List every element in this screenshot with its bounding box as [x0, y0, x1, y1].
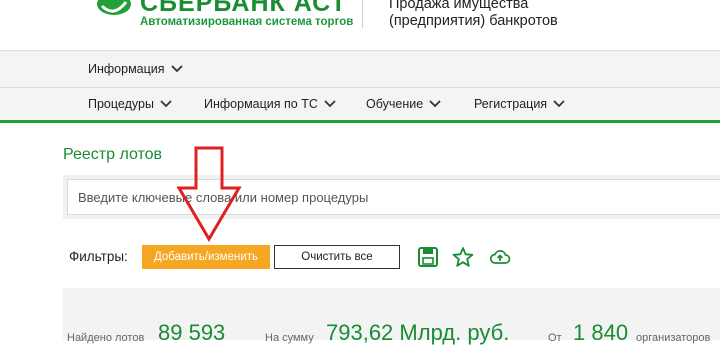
nav-main-row: Процедуры Информация по ТС Обучение Реги… — [0, 88, 720, 123]
organizers-value: 1 840 — [573, 320, 629, 345]
chevron-down-icon — [324, 100, 336, 108]
nav-item-label: Обучение — [366, 97, 424, 111]
nav-item-information[interactable]: Информация — [88, 51, 183, 87]
chevron-down-icon — [160, 100, 172, 108]
organizers-suffix: организаторов — [636, 332, 711, 344]
search-box — [63, 175, 720, 219]
save-icon[interactable] — [417, 246, 439, 268]
nav-item-ts-info[interactable]: Информация по ТС — [204, 88, 336, 120]
nav-info-row: Информация — [0, 50, 720, 88]
site-header: СБЕРБАНК АСТ Автоматизированная система … — [0, 0, 720, 50]
clear-all-button[interactable]: Очистить все — [274, 245, 400, 269]
nav-item-training[interactable]: Обучение — [366, 88, 441, 120]
nav-item-label: Информация — [88, 62, 165, 76]
add-change-filters-button[interactable]: Добавить/изменить — [142, 245, 270, 269]
header-description-line2: (предприятия) банкротов — [389, 13, 558, 29]
nav-item-procedures[interactable]: Процедуры — [88, 88, 172, 120]
sum-value: 793,62 Млрд. руб. — [326, 320, 510, 345]
nav-item-label: Регистрация — [474, 97, 548, 111]
page-title: Реестр лотов — [63, 146, 163, 163]
organizers-prefix: От — [548, 332, 562, 344]
filters-label: Фильтры: — [69, 249, 128, 264]
header-description-line1: Продажа имущества — [389, 0, 529, 12]
nav-item-label: Процедуры — [88, 97, 154, 111]
header-description: Продажа имущества (предприятия) банкрото… — [389, 0, 558, 30]
found-lots-value: 89 593 — [158, 320, 226, 345]
chevron-down-icon — [553, 100, 565, 108]
sberbank-logo-icon[interactable] — [96, 0, 132, 16]
sum-label: На сумму — [265, 332, 314, 344]
logo-subtitle: Автоматизированная система торгов — [140, 16, 354, 28]
nav-item-label: Информация по ТС — [204, 97, 318, 111]
chevron-down-icon — [429, 100, 441, 108]
cloud-upload-icon[interactable] — [489, 246, 511, 268]
star-icon[interactable] — [452, 246, 474, 268]
search-input[interactable] — [67, 179, 720, 215]
header-divider — [362, 0, 363, 28]
nav-item-registration[interactable]: Регистрация — [474, 88, 565, 120]
found-lots-label: Найдено лотов — [67, 332, 145, 344]
chevron-down-icon — [170, 65, 183, 73]
